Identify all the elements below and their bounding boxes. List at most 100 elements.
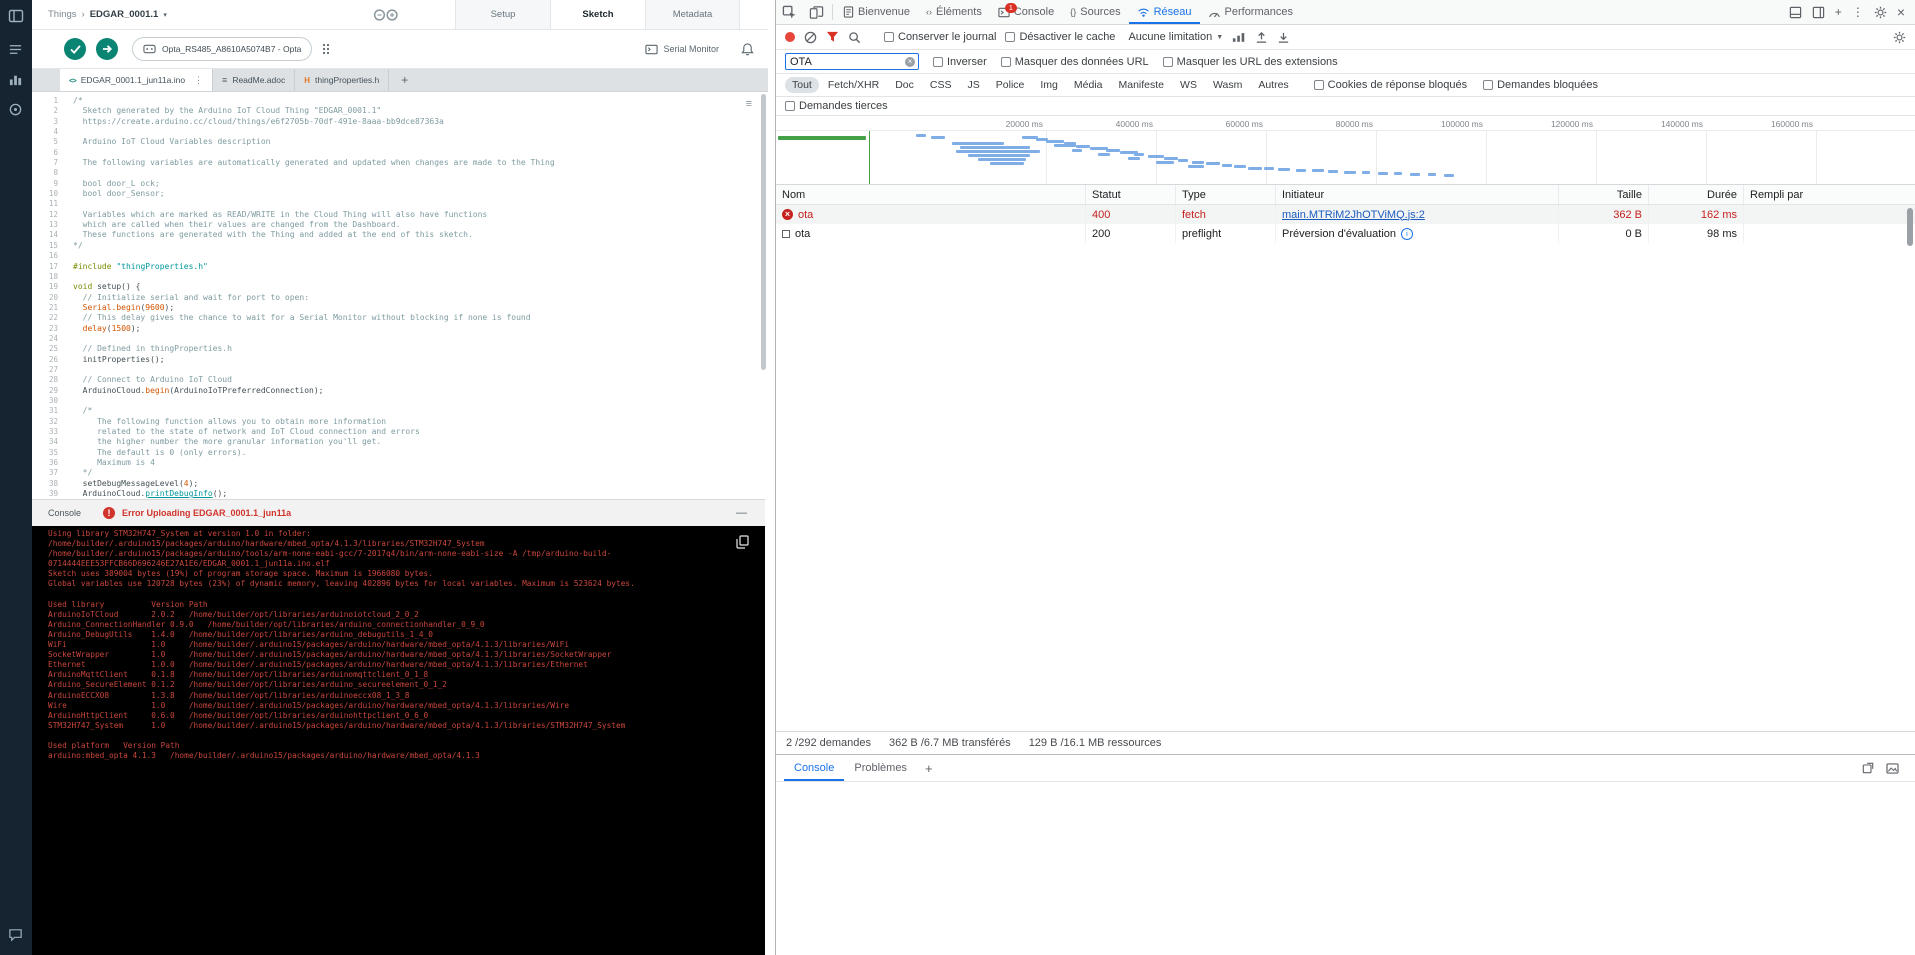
file-tab-thingproperties[interactable]: H thingProperties.h: [295, 69, 390, 91]
column-header[interactable]: Rempli par: [1744, 185, 1915, 204]
usage-chart-icon[interactable]: [8, 72, 24, 88]
filter-icon[interactable]: [826, 31, 839, 43]
more-options-icon[interactable]: ⋮: [1852, 5, 1864, 19]
column-header[interactable]: Taille: [1559, 185, 1649, 204]
network-filter-input[interactable]: [785, 53, 919, 70]
request-type-filter-chip[interactable]: Média: [1067, 77, 1110, 93]
export-har-icon[interactable]: [1277, 31, 1290, 44]
add-drawer-tab-button[interactable]: +: [917, 755, 941, 781]
hide-data-urls-checkbox[interactable]: Masquer des données URL: [1000, 56, 1149, 68]
thing-section-tab[interactable]: Sketch: [550, 0, 645, 29]
column-header[interactable]: Statut: [1086, 185, 1176, 204]
request-type-filter-chip[interactable]: Wasm: [1206, 77, 1249, 93]
tab-elements[interactable]: ‹› Éléments: [918, 0, 990, 24]
checkbox[interactable]: [1162, 56, 1173, 67]
checkbox[interactable]: [1313, 80, 1324, 90]
clear-filter-icon[interactable]: ×: [905, 56, 915, 67]
column-header[interactable]: Initiateur: [1276, 185, 1559, 204]
clear-network-log-icon[interactable]: [804, 31, 817, 44]
tab-performance[interactable]: Performances: [1200, 0, 1301, 24]
info-icon[interactable]: [1401, 227, 1414, 240]
file-tab-ino[interactable]: <> EDGAR_0001.1_jun11a.ino ⋮: [60, 69, 214, 91]
network-settings-gear-icon[interactable]: [1893, 31, 1906, 44]
request-type-filter-chip[interactable]: Manifeste: [1112, 77, 1172, 93]
editor-scrollbar[interactable]: [761, 94, 766, 370]
network-request-row[interactable]: ota 400 fetch main.MTRiM2JhOTViMQ.js:2 3…: [776, 205, 1915, 224]
checkbox[interactable]: [1000, 56, 1011, 67]
checkbox[interactable]: [1483, 80, 1494, 90]
blocked-cookies-checkbox[interactable]: Cookies de réponse bloqués: [1313, 79, 1467, 91]
checkbox[interactable]: [1005, 32, 1016, 42]
request-type-filter-chip[interactable]: Fetch/XHR: [821, 77, 886, 93]
verify-button[interactable]: [64, 38, 86, 60]
dock-side-icon[interactable]: [1812, 6, 1825, 19]
inspect-element-icon[interactable]: [776, 0, 803, 24]
breadcrumb[interactable]: Things › EDGAR_0001.1 ▾: [32, 0, 167, 29]
file-tab-menu-icon[interactable]: ⋮: [194, 75, 203, 86]
build-console-header[interactable]: Console ! Error Uploading EDGAR_0001.1_j…: [32, 499, 765, 526]
network-conditions-icon[interactable]: [1232, 31, 1246, 43]
request-type-filter-chip[interactable]: WS: [1173, 77, 1204, 93]
device-toolbar-icon[interactable]: [803, 0, 830, 24]
record-network-log-icon[interactable]: [785, 32, 795, 42]
checkbox[interactable]: [884, 32, 894, 42]
blocked-requests-checkbox[interactable]: Demandes bloquées: [1483, 79, 1598, 91]
column-header[interactable]: Nom: [776, 185, 1086, 204]
serial-monitor-button[interactable]: Serial Monitor: [645, 44, 719, 55]
request-initiator[interactable]: main.MTRiM2JhOTViMQ.js:2: [1282, 209, 1425, 221]
tab-network[interactable]: Réseau: [1129, 0, 1200, 24]
support-chat-icon[interactable]: [8, 927, 24, 943]
tab-bienvenue[interactable]: Bienvenue: [835, 0, 918, 24]
table-scrollbar[interactable]: [1907, 208, 1913, 246]
request-type-filter-chip[interactable]: Img: [1033, 77, 1065, 93]
checkbox[interactable]: [933, 56, 943, 67]
panel-layout-icon[interactable]: [1789, 6, 1802, 19]
tab-sources[interactable]: {} Sources: [1062, 0, 1128, 24]
devices-icon[interactable]: [8, 102, 24, 118]
console-list-icon[interactable]: [8, 42, 24, 58]
minimize-console-icon[interactable]: —: [736, 507, 747, 519]
preserve-log-checkbox[interactable]: Conserver le journal: [884, 31, 996, 43]
add-panel-icon[interactable]: +: [1835, 5, 1842, 19]
code-editor[interactable]: 1 /* 2 Sketch generated by the Arduino I…: [32, 92, 768, 499]
import-har-icon[interactable]: [1255, 31, 1268, 44]
drawer-tab-console[interactable]: Console: [784, 755, 844, 781]
thing-section-tab[interactable]: Metadata: [645, 0, 740, 29]
build-output-terminal[interactable]: Using library STM32H747_System at versio…: [32, 526, 765, 955]
breadcrumb-root[interactable]: Things: [48, 9, 77, 20]
network-request-row[interactable]: ota 200 preflight Préversion d'évaluatio…: [776, 224, 1915, 243]
tab-console[interactable]: 1 Console: [990, 0, 1062, 24]
column-header[interactable]: Durée: [1649, 185, 1744, 204]
checkbox[interactable]: [785, 101, 795, 111]
breadcrumb-current[interactable]: EDGAR_0001.1: [90, 9, 159, 20]
settings-gear-icon[interactable]: [1874, 6, 1887, 19]
request-initiator[interactable]: Préversion d'évaluation: [1282, 228, 1396, 240]
drawer-tab-issues[interactable]: Problèmes: [844, 755, 917, 781]
popout-icon[interactable]: [1862, 762, 1874, 774]
panel-toggle-icon[interactable]: [8, 8, 24, 24]
hide-extension-urls-checkbox[interactable]: Masquer les URL des extensions: [1162, 56, 1338, 68]
close-devtools-icon[interactable]: ×: [1897, 4, 1905, 20]
chevron-down-icon[interactable]: ▾: [163, 11, 167, 19]
editor-options-icon[interactable]: ≡: [746, 98, 752, 110]
media-icon[interactable]: [1886, 762, 1899, 774]
notifications-bell-icon[interactable]: [741, 42, 754, 56]
request-type-filter-chip[interactable]: Police: [989, 77, 1032, 93]
request-type-filter-chip[interactable]: Doc: [888, 77, 921, 93]
request-type-filter-chip[interactable]: JS: [961, 77, 987, 93]
search-icon[interactable]: [848, 31, 861, 44]
column-header[interactable]: Type: [1176, 185, 1276, 204]
request-type-filter-chip[interactable]: Autres: [1251, 77, 1295, 93]
copy-output-icon[interactable]: [736, 535, 749, 549]
throttling-select[interactable]: Aucune limitation ▼: [1128, 31, 1223, 43]
add-file-button[interactable]: +: [389, 69, 420, 91]
file-tab-readme[interactable]: ≡ ReadMe.adoc: [213, 69, 296, 91]
device-selector[interactable]: Opta_RS485_A8610A5074B7 - Opta: [132, 37, 313, 61]
request-type-filter-chip[interactable]: Tout: [785, 77, 819, 93]
network-overview-timeline[interactable]: 20000 ms 40000 ms 60000 ms 80000 ms 1000…: [776, 116, 1915, 185]
third-party-checkbox[interactable]: Demandes tierces: [785, 100, 888, 112]
upload-button[interactable]: [96, 38, 118, 60]
thing-section-tab[interactable]: Setup: [455, 0, 550, 29]
request-type-filter-chip[interactable]: CSS: [923, 77, 959, 93]
apps-grid-icon[interactable]: [322, 43, 330, 55]
